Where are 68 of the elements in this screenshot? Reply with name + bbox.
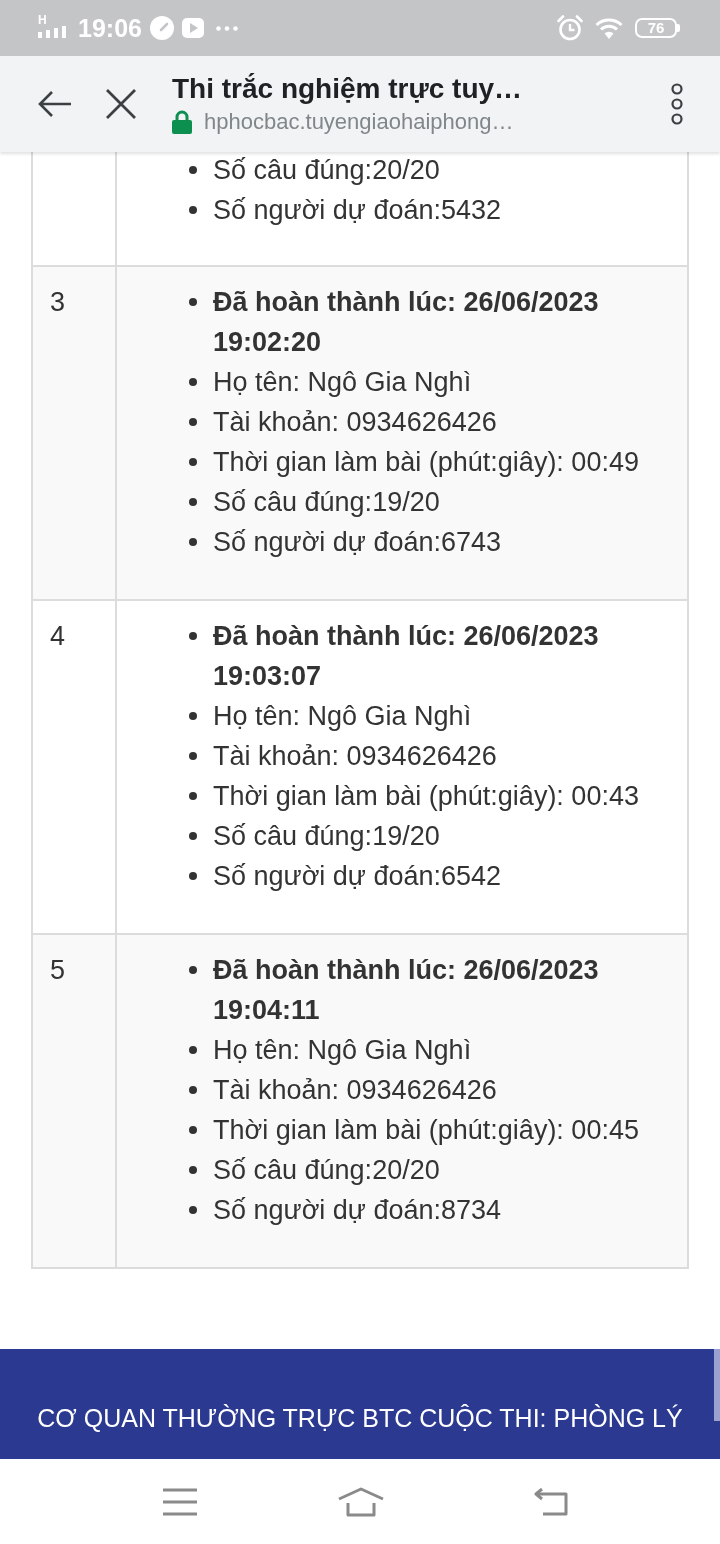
gauge-icon: [149, 16, 174, 40]
battery-indicator: 76: [635, 18, 680, 38]
clock-time: 19:06: [78, 13, 142, 43]
recent-apps-button[interactable]: [163, 1487, 197, 1516]
bullet-icon: [189, 752, 197, 760]
result-detail: Số người dự đoán:8734: [213, 1194, 502, 1227]
completion-time: Đã hoàn thành lúc: 26/06/2023 19:03:07: [213, 620, 600, 693]
page-url: hphocbac.tuyengiaohaiphong…: [204, 108, 514, 136]
home-button[interactable]: [337, 1486, 385, 1517]
row-number-cell: 4: [32, 600, 116, 934]
bullet-icon: [189, 166, 197, 174]
page-title: Thi trắc nghiệm trực tuy…: [172, 72, 523, 106]
close-icon: [106, 89, 136, 119]
completion-time: Đã hoàn thành lúc: 26/06/2023 19:02:20: [213, 286, 600, 359]
bullet-icon: [189, 712, 197, 720]
bullet-icon: [189, 298, 197, 306]
menu-button[interactable]: [670, 83, 684, 125]
bullet-icon: [189, 458, 197, 466]
row-number-cell: 5: [32, 934, 116, 1268]
bullet-icon: [189, 1166, 197, 1174]
bullet-icon: [189, 792, 197, 800]
menu-icon: [163, 1487, 197, 1516]
result-detail: Số người dự đoán:6743: [213, 526, 502, 559]
completion-time: Đã hoàn thành lúc: 26/06/2023 19:04:11: [213, 954, 600, 1027]
return-arrow-icon: [533, 1487, 569, 1516]
result-detail: Số câu đúng:20/20: [213, 1154, 440, 1187]
result-detail: Họ tên: Ngô Gia Nghì: [213, 1034, 472, 1067]
network-type: H: [38, 14, 47, 26]
bullet-icon: [189, 1206, 197, 1214]
result-detail: Số câu đúng:20/20: [213, 154, 440, 187]
bullet-icon: [189, 1046, 197, 1054]
result-detail: Thời gian làm bài (phút:giây): 00:43: [213, 780, 639, 813]
bullet-icon: [189, 1086, 197, 1094]
row-number-cell: 3: [32, 266, 116, 600]
result-detail: Số câu đúng:19/20: [213, 486, 440, 519]
close-button[interactable]: [106, 89, 136, 119]
bullet-icon: [189, 966, 197, 974]
bullet-icon: [189, 418, 197, 426]
bullet-icon: [189, 632, 197, 640]
back-arrow-icon: [36, 89, 72, 119]
result-detail: Số người dự đoán:5432: [213, 194, 502, 227]
back-button[interactable]: [36, 89, 72, 119]
result-detail: Họ tên: Ngô Gia Nghì: [213, 366, 472, 399]
bullet-icon: [189, 206, 197, 214]
result-detail: Thời gian làm bài (phút:giây): 00:49: [213, 446, 639, 479]
scrollbar-thumb: [714, 1349, 720, 1421]
video-play-icon: [181, 18, 204, 38]
more-vertical-icon: [670, 83, 684, 125]
alarm-clock-icon: [557, 15, 583, 41]
result-detail: Thời gian làm bài (phút:giây): 00:45: [213, 1114, 639, 1147]
wifi-icon: [595, 17, 623, 39]
bullet-icon: [189, 1126, 197, 1134]
bullet-icon: [189, 498, 197, 506]
result-detail: Số người dự đoán:6542: [213, 860, 502, 893]
result-detail: Họ tên: Ngô Gia Nghì: [213, 700, 472, 733]
back-nav-button[interactable]: [533, 1487, 569, 1516]
bullet-icon: [189, 872, 197, 880]
footer-text: CƠ QUAN THƯỜNG TRỰC BTC CUỘC THI: PHÒNG LÝ: [36, 1403, 684, 1434]
bullet-icon: [189, 378, 197, 386]
bullet-icon: [189, 538, 197, 546]
result-detail: Số câu đúng:19/20: [213, 820, 440, 853]
result-detail: Tài khoản: 0934626426: [213, 1074, 497, 1107]
result-detail: Tài khoản: 0934626426: [213, 406, 497, 439]
home-icon: [337, 1486, 385, 1517]
signal-icon: [38, 25, 68, 38]
bullet-icon: [189, 832, 197, 840]
more-notifications-icon: [215, 25, 238, 31]
result-detail: Tài khoản: 0934626426: [213, 740, 497, 773]
